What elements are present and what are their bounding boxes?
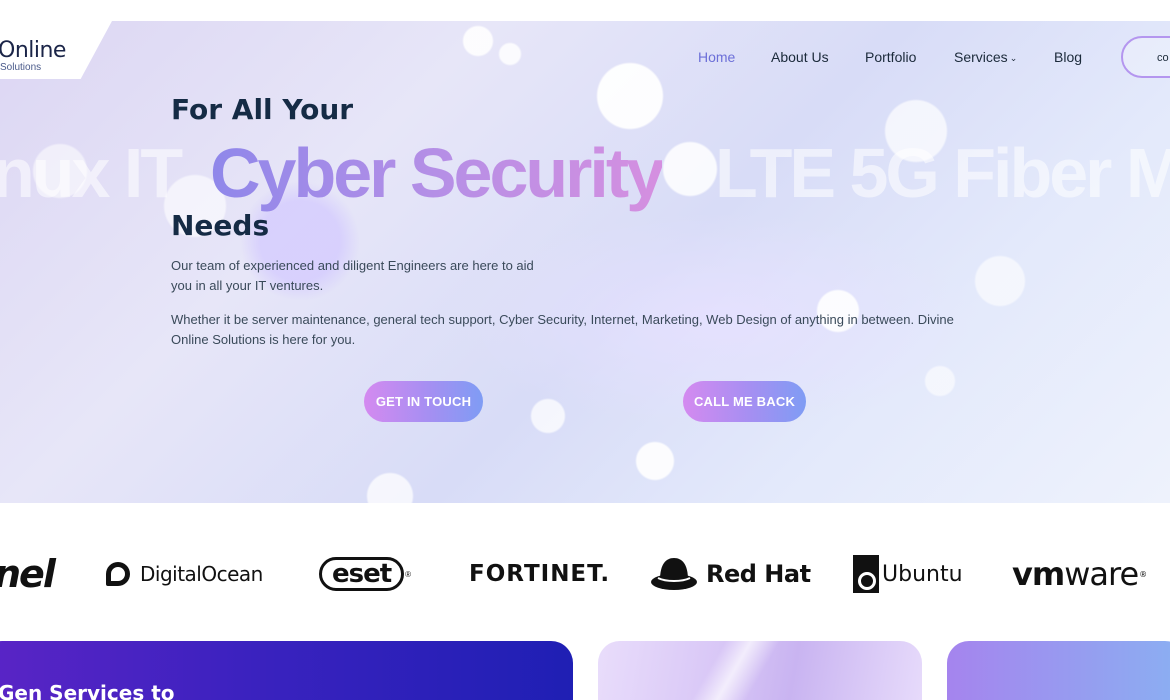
fortinet-logo-text: FORTINET. — [469, 561, 611, 587]
nav-item-label: Portfolio — [865, 49, 917, 65]
fortinet-logo: FORTINET. — [469, 553, 610, 595]
nav-item-home[interactable]: Home — [698, 49, 735, 65]
chevron-down-icon: ⌄ — [1009, 53, 1018, 63]
rotating-text-ticker: nux IT Cyber Security LTE 5G Fiber M — [0, 133, 1170, 215]
cpanel-logo-text: nel — [0, 552, 56, 596]
vmware-logo-bold: vm — [1012, 555, 1065, 593]
hero-heading-bottom: Needs — [171, 209, 270, 242]
hero-paragraph-details: Whether it be server maintenance, genera… — [171, 312, 954, 347]
cpanel-logo: nel — [0, 552, 56, 596]
redhat-hat-icon — [651, 558, 697, 590]
main-nav: Home About Us Portfolio Services ⌄ Blog — [0, 49, 1170, 69]
registered-mark: ® — [405, 569, 412, 579]
service-card-title: Gen Services to — [0, 681, 175, 700]
nav-item-portfolio[interactable]: Portfolio — [865, 49, 916, 65]
get-in-touch-button[interactable]: GET IN TOUCH — [364, 381, 483, 422]
rotating-word-previous: nux IT — [0, 134, 183, 212]
hero-heading-top: For All Your — [171, 93, 354, 126]
contact-button[interactable]: co — [1121, 36, 1170, 78]
registered-mark: ® — [1139, 569, 1147, 579]
digitalocean-logo: DigitalOcean — [106, 553, 263, 595]
nav-item-label: About Us — [771, 49, 829, 65]
eset-logo: eset ® — [319, 553, 411, 595]
hero-paragraph-intro: Our team of experienced and diligent Eng… — [171, 258, 534, 293]
eset-logo-badge: eset — [319, 557, 405, 591]
nav-item-blog[interactable]: Blog — [1054, 49, 1082, 65]
service-card-gradient[interactable] — [947, 641, 1170, 700]
call-me-back-button[interactable]: CALL ME BACK — [683, 381, 806, 422]
ubuntu-logo-text: Ubuntu — [882, 561, 963, 587]
nav-item-label: Home — [698, 49, 736, 65]
ubuntu-logo: Ubuntu — [853, 553, 963, 595]
eset-logo-text: eset — [332, 559, 392, 589]
redhat-logo-text: Red Hat — [706, 560, 811, 588]
nav-item-label: Services — [954, 49, 1008, 65]
contact-button-label: co — [1157, 52, 1169, 64]
nav-item-services[interactable]: Services ⌄ — [954, 49, 1017, 65]
nav-item-about-us[interactable]: About Us — [771, 49, 829, 65]
rotating-word-current: Cyber Security — [210, 134, 665, 212]
vmware-logo: vm ware ® — [1012, 553, 1147, 595]
rotating-word-next: LTE 5G Fiber M — [715, 134, 1170, 212]
digitalocean-logo-text: DigitalOcean — [140, 562, 263, 586]
redhat-logo: Red Hat — [650, 553, 811, 595]
vmware-logo-text: ware — [1064, 555, 1139, 593]
ubuntu-icon — [853, 555, 879, 593]
digitalocean-icon — [106, 562, 130, 586]
nav-item-label: Blog — [1054, 49, 1083, 65]
service-card-primary[interactable]: Gen Services to — [0, 641, 573, 700]
service-card-image[interactable] — [598, 641, 922, 700]
